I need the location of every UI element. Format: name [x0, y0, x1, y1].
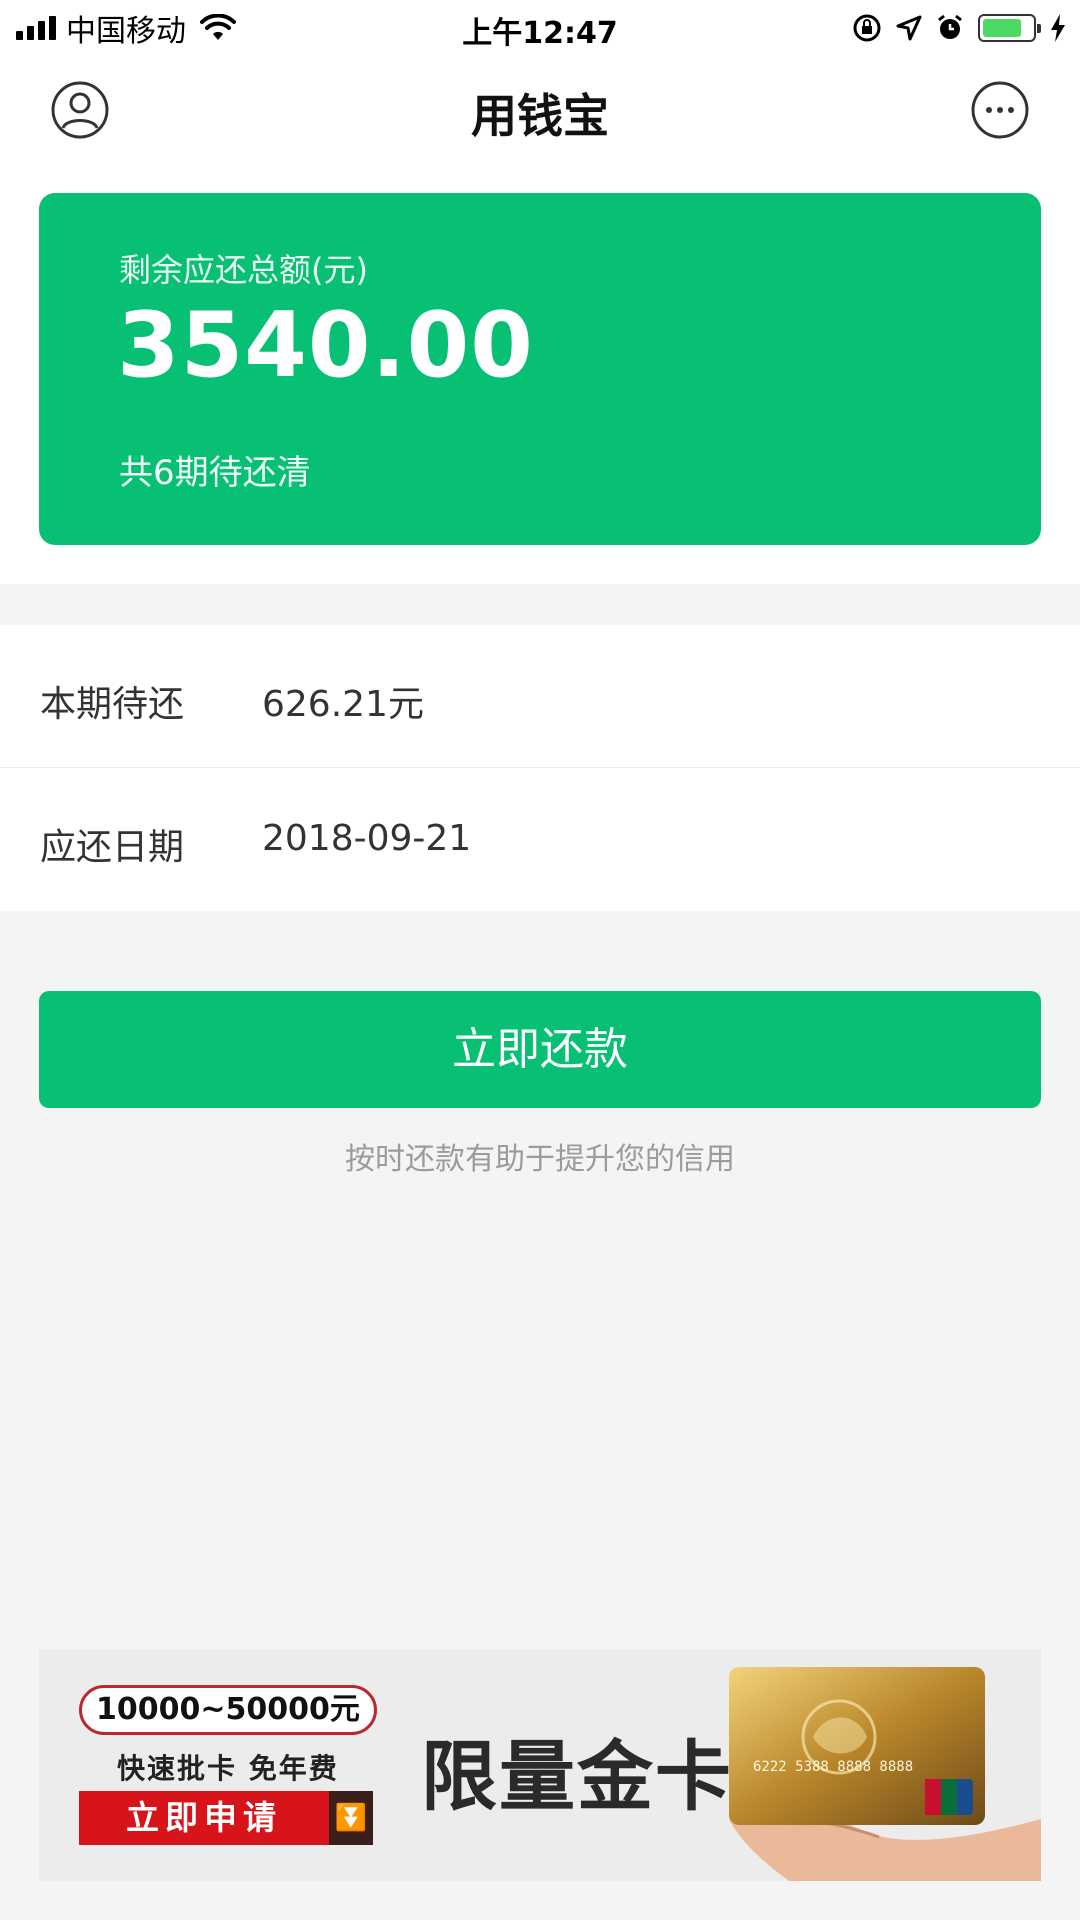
nav-bar: 用钱宝 [0, 56, 1080, 164]
orientation-lock-icon [853, 14, 881, 42]
card-number: 6222 5388 8888 8888 [753, 1759, 913, 1775]
alarm-icon [938, 14, 962, 39]
apply-now-button[interactable]: 立即申请 ⏬ [79, 1791, 373, 1845]
summary-card: 剩余应还总额(元) 3540.00 共6期待还清 [39, 193, 1041, 545]
status-right [852, 10, 1066, 46]
detail-label: 应还日期 [40, 827, 185, 868]
down-arrows-icon: ⏬ [329, 1791, 373, 1845]
banner-headline: 限量金卡 [421, 1732, 733, 1821]
detail-row-due-date: 应还日期 2018-09-21 [0, 768, 1080, 911]
gold-credit-card-image: 6222 5388 8888 8888 [729, 1667, 985, 1825]
remaining-total-label: 剩余应还总额(元) [119, 251, 368, 289]
detail-value: 626.21元 [262, 684, 424, 725]
credit-tip: 按时还款有助于提升您的信用 [345, 1142, 735, 1177]
charging-bolt-icon [1051, 14, 1065, 42]
repay-now-button[interactable]: 立即还款 [39, 991, 1041, 1108]
app-screen: 中国移动 上午12:47 用钱宝 剩余应还总额(元) 3540.00 共6期待还… [0, 0, 1080, 1920]
banner-amount-range: 10000~50000元 [79, 1685, 377, 1735]
detail-row-current-due: 本期待还 626.21元 [0, 625, 1080, 768]
status-bar: 中国移动 上午12:47 [0, 0, 1080, 56]
apply-now-label: 立即申请 [79, 1791, 329, 1845]
page-title: 用钱宝 [471, 89, 609, 143]
remaining-total-amount: 3540.00 [117, 293, 534, 398]
location-icon [896, 15, 922, 41]
more-dots-icon[interactable] [970, 80, 1030, 140]
repayment-details: 本期待还 626.21元 应还日期 2018-09-21 [0, 625, 1080, 911]
periods-text: 共6期待还清 [119, 453, 311, 493]
gold-card-ad-banner[interactable]: 10000~50000元 快速批卡 免年费 立即申请 ⏬ 限量金卡 6222 5… [39, 1649, 1041, 1881]
banner-subtitle: 快速批卡 免年费 [117, 1752, 339, 1785]
detail-value: 2018-09-21 [262, 818, 472, 859]
battery-icon [978, 14, 1041, 42]
detail-label: 本期待还 [40, 684, 185, 725]
